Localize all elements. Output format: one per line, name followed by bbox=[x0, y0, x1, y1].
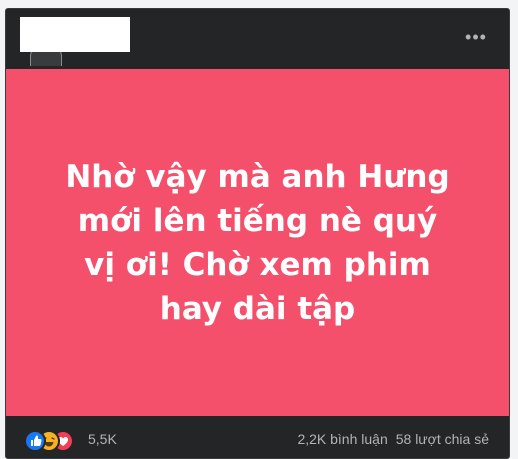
comment-count-link[interactable]: 2,2K bình luận bbox=[297, 431, 387, 447]
reaction-count: 5,5K bbox=[88, 430, 117, 447]
timestamp[interactable] bbox=[66, 51, 106, 59]
more-options-button[interactable]: ••• bbox=[463, 27, 489, 47]
status-card: Nhờ vậy mà anh Hưng mới lên tiếng nè quý… bbox=[6, 69, 509, 416]
share-count-link[interactable]: 58 lượt chia sẻ bbox=[396, 431, 489, 447]
like-icon bbox=[24, 429, 46, 452]
status-text: Nhờ vậy mà anh Hưng mới lên tiếng nè quý… bbox=[65, 158, 450, 327]
reaction-icons bbox=[24, 429, 82, 452]
post-footer: 5,5K 2,2K bình luận 58 lượt chia sẻ bbox=[6, 417, 509, 458]
post-card: ••• Nhờ vậy mà anh Hưng mới lên tiếng nè… bbox=[5, 8, 510, 459]
post-header: ••• bbox=[6, 9, 509, 67]
reactions[interactable]: 5,5K bbox=[24, 429, 117, 452]
redacted-name bbox=[20, 17, 130, 52]
engagement-counts: 2,2K bình luận 58 lượt chia sẻ bbox=[297, 431, 489, 447]
